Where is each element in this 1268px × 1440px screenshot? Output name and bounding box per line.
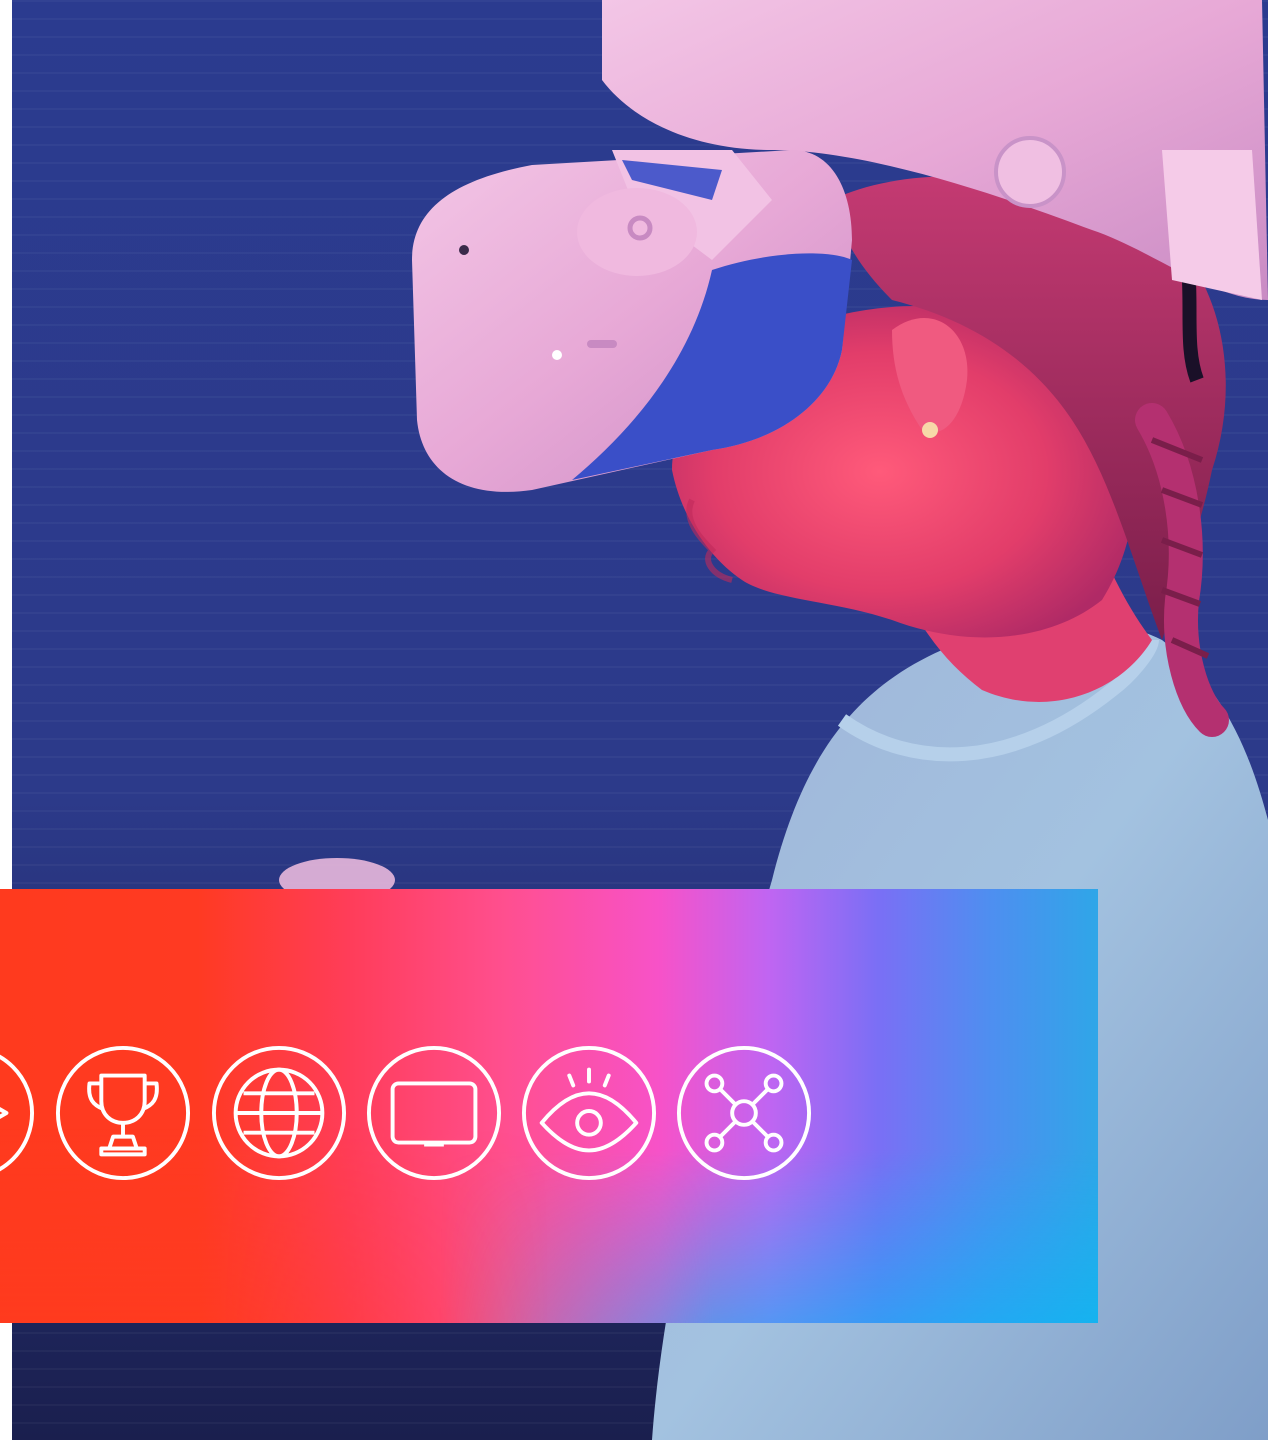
globe-icon: [210, 1044, 348, 1182]
network-icon: [675, 1044, 813, 1182]
play-icon: [0, 1044, 36, 1182]
eye-icon: [520, 1044, 658, 1182]
monitor-icon: [365, 1044, 503, 1182]
gradient-band: [0, 889, 1098, 1323]
page: [0, 0, 1268, 1440]
trophy-icon: [54, 1044, 192, 1182]
icon-row: [0, 1044, 1098, 1186]
